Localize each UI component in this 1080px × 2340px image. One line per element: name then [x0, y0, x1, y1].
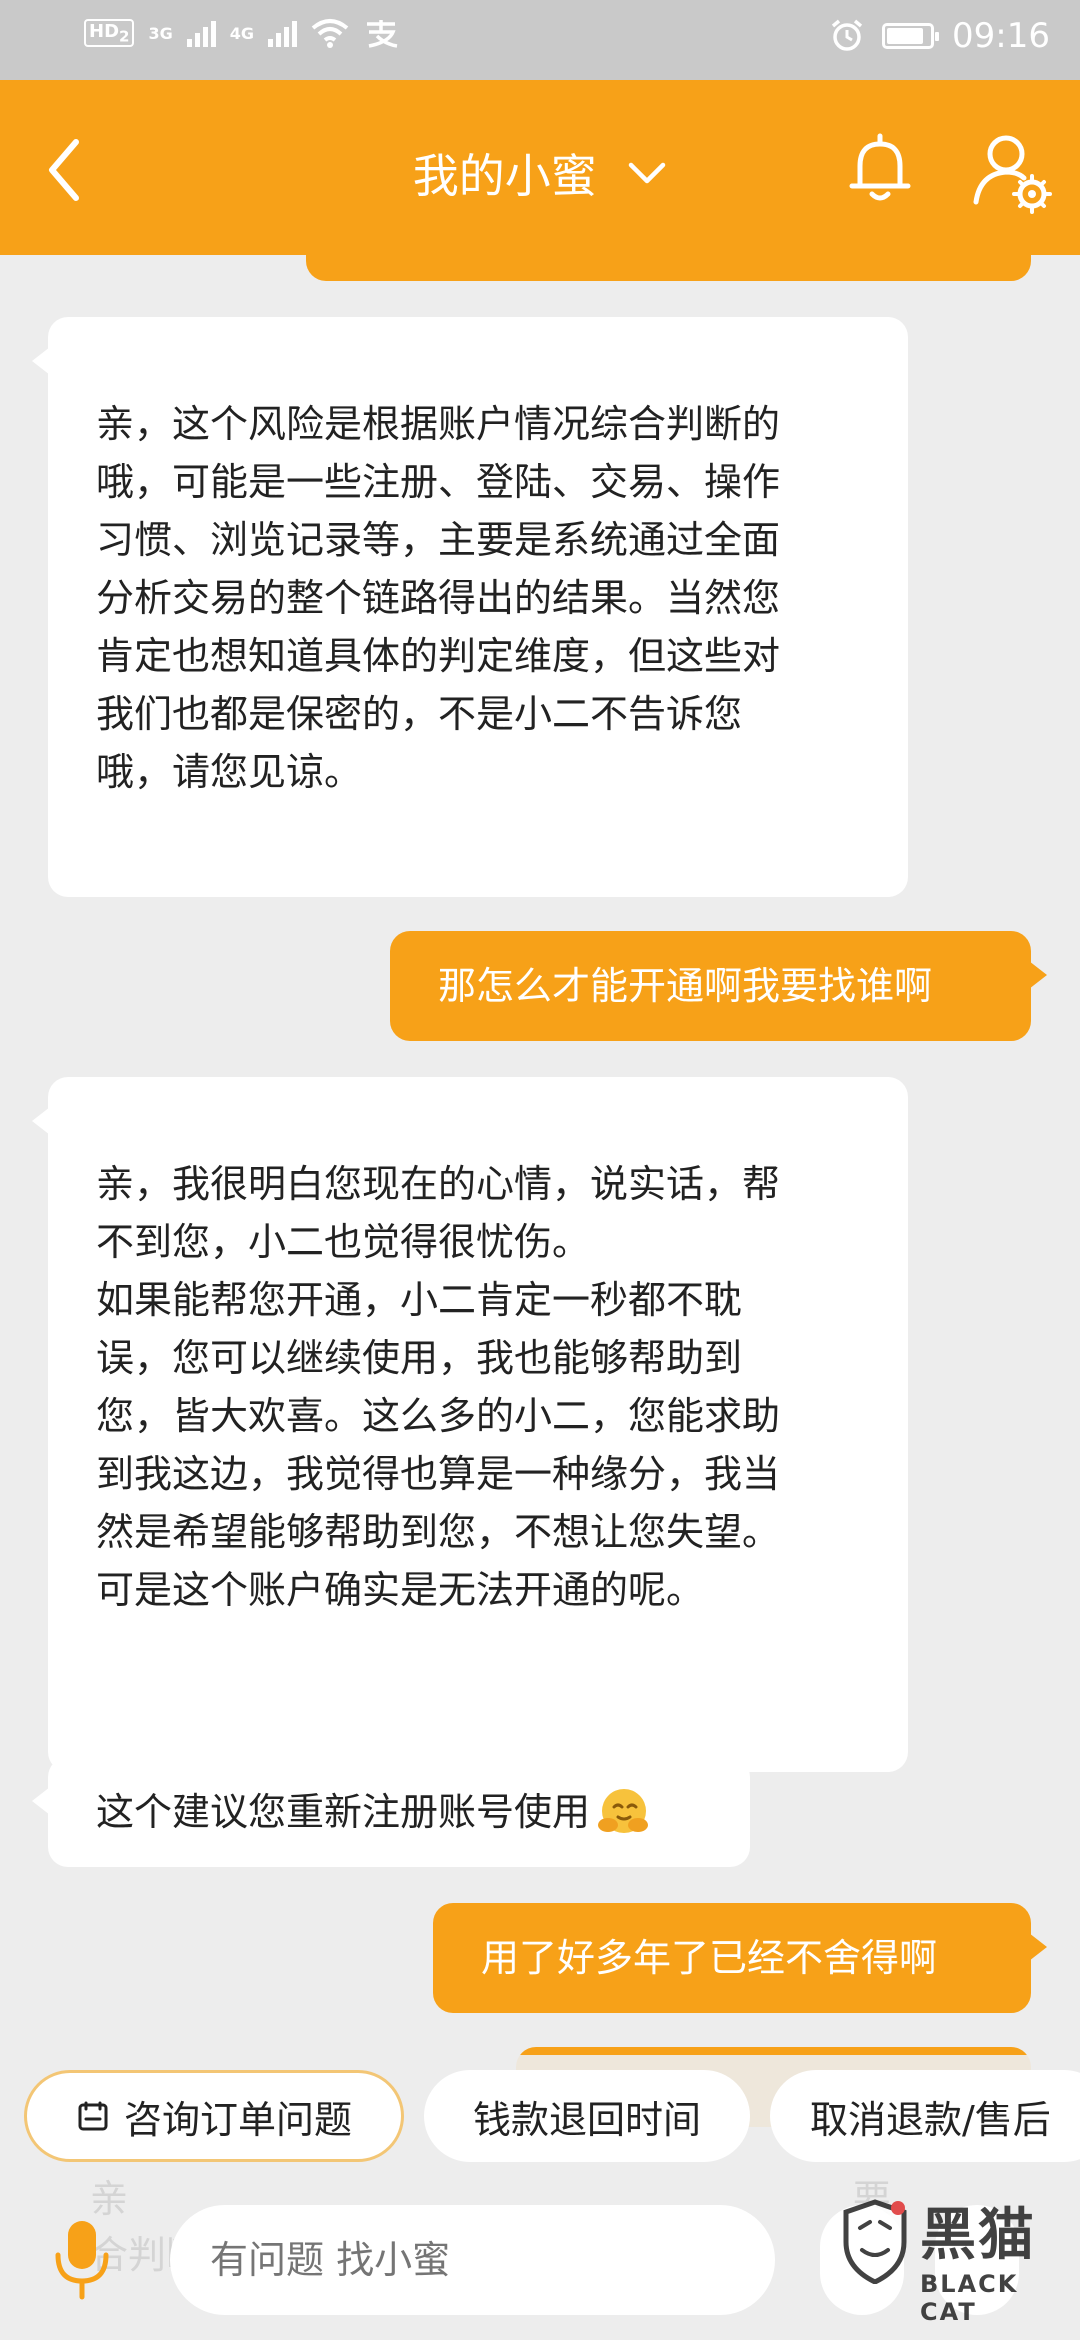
message-text: 那怎么才能开通啊我要找谁啊: [438, 964, 933, 1008]
alipay-icon: [366, 20, 398, 48]
voice-input-button[interactable]: [50, 2215, 114, 2305]
hd-badge: HD2: [84, 18, 135, 48]
app-header: 我的小蜜: [0, 80, 1080, 255]
watermark-cn: 黑猫: [920, 2203, 1036, 2268]
alarm-icon: [831, 19, 863, 51]
signal-icon-1: [186, 19, 216, 47]
page-title: 我的小蜜: [412, 149, 597, 203]
quick-reply-refund-time[interactable]: 钱款退回时间: [424, 2070, 750, 2162]
shield-icon: [843, 2199, 907, 2284]
user-settings-icon: [973, 135, 1052, 214]
status-bar: HD2 3G 4G 09:16: [0, 0, 1080, 80]
quick-reply-bar: 咨询订单问题 钱款退回时间 取消退款/售后: [0, 2055, 1080, 2185]
user-message-1: 那怎么才能开通啊我要找谁啊: [390, 931, 1047, 1041]
chevron-down-icon: [629, 162, 666, 184]
message-text: 这个建议您重新注册账号使用: [96, 1790, 591, 1834]
chip-label: 钱款退回时间: [472, 2097, 701, 2142]
watermark-logo: 黑猫 BLACK CAT: [840, 2190, 1075, 2340]
network-3g-label: 3G: [148, 23, 173, 43]
agent-message-1: 亲，这个风险是根据账户情况综合判断的 哦，可能是一些注册、登陆、交易、操作 习惯…: [32, 317, 908, 897]
message-input[interactable]: [170, 2205, 775, 2315]
chat-area[interactable]: 亲，这个风险是根据账户情况综合判断的 哦，可能是一些注册、登陆、交易、操作 习惯…: [0, 255, 1080, 2127]
agent-message-2: 亲，我很明白您现在的心情，说实话，帮 不到您，小二也觉得很忧伤。 如果能帮您开通…: [32, 1077, 908, 1772]
chip-label: 取消退款/售后: [810, 2097, 1051, 2142]
quick-reply-cancel-refund[interactable]: 取消退款/售后: [770, 2070, 1080, 2162]
hug-emoji-icon: [598, 1789, 649, 1833]
agent-message-3: 这个建议您重新注册账号使用: [32, 1757, 750, 1867]
title-dropdown[interactable]: 我的小蜜: [0, 140, 1080, 206]
battery-icon: [882, 23, 940, 49]
chip-label: 咨询订单问题: [123, 2097, 352, 2142]
hd-label: HD: [89, 20, 120, 42]
profile-settings-button[interactable]: [970, 128, 1056, 214]
quick-reply-order-question[interactable]: 咨询订单问题: [24, 2070, 404, 2162]
message-text: 用了好多年了已经不舍得啊: [481, 1936, 938, 1980]
watermark-en: BLACK CAT: [920, 2270, 1019, 2326]
message-bubble-partial: [306, 255, 1031, 281]
user-message-2: 用了好多年了已经不舍得啊: [433, 1903, 1047, 2013]
battery-fill: [887, 28, 923, 44]
network-4g-label: 4G: [229, 23, 254, 43]
signal-icon-2: [267, 19, 297, 47]
hd-sub-label: 2: [119, 27, 130, 46]
notification-button[interactable]: [842, 130, 918, 210]
status-time: 09:16: [952, 16, 1050, 56]
message-text: 亲，我很明白您现在的心情，说实话，帮 不到您，小二也觉得很忧伤。 如果能帮您开通…: [96, 1162, 781, 1612]
microphone-icon: [55, 2221, 109, 2300]
message-text: 亲，这个风险是根据账户情况综合判断的 哦，可能是一些注册、登陆、交易、操作 习惯…: [96, 402, 781, 794]
order-icon: [78, 2101, 108, 2131]
bell-icon: [849, 133, 911, 201]
wifi-icon: [311, 19, 349, 48]
